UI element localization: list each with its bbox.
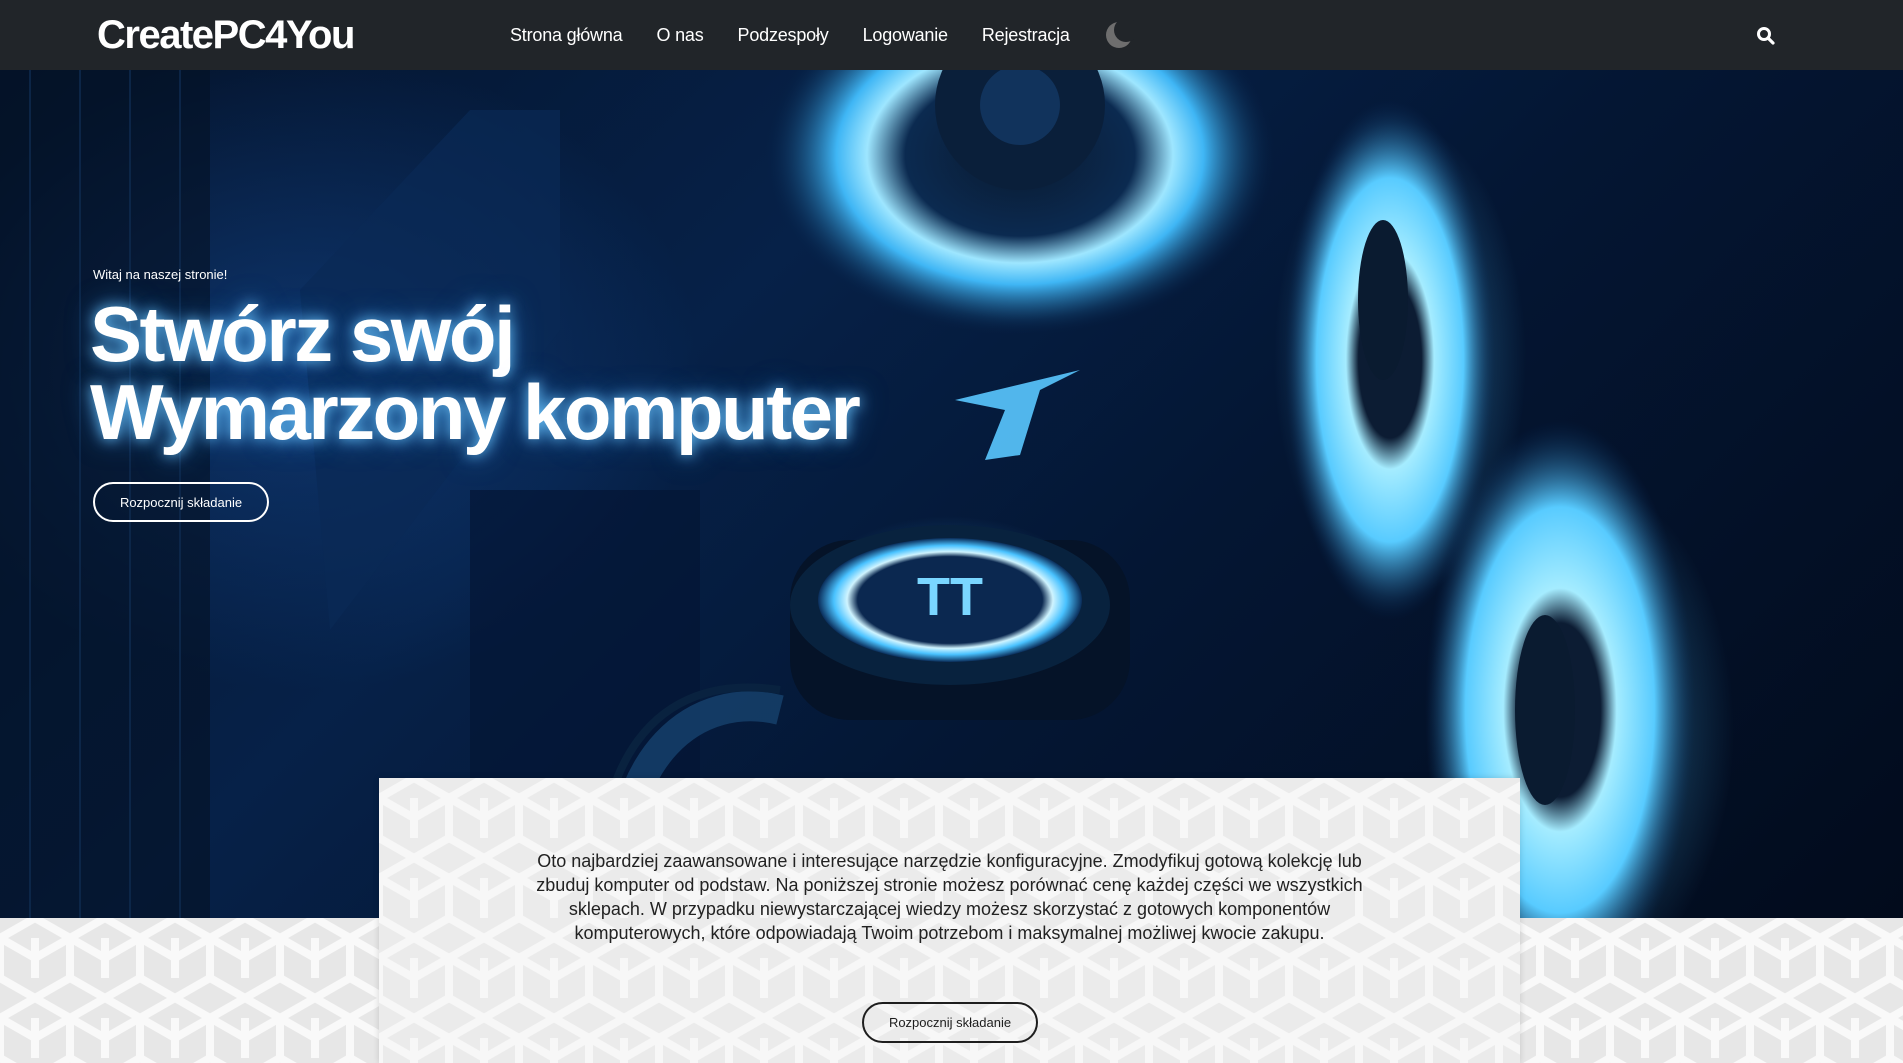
nav-link-login[interactable]: Logowanie [863, 25, 948, 46]
navbar: CreatePC4You Strona główna O nas Podzesp… [0, 0, 1903, 70]
hero-title-line2: Wymarzony komputer [90, 368, 861, 456]
nav-link-about[interactable]: O nas [656, 25, 703, 46]
hero-welcome-text: Witaj na naszej stronie! [93, 267, 228, 282]
hero-title-line1: Stwórz swój [90, 290, 516, 378]
hero-title: Stwórz swój Wymarzony komputer [90, 290, 861, 456]
search-icon[interactable] [1754, 24, 1778, 48]
nav-links: Strona główna O nas Podzespoły Logowanie… [510, 0, 1138, 70]
nav-link-register[interactable]: Rejestracja [982, 25, 1070, 46]
intro-card: Oto najbardziej zaawansowane i interesuj… [379, 778, 1520, 1063]
hero-start-build-button[interactable]: Rozpocznij składanie [93, 482, 269, 522]
nav-link-home[interactable]: Strona główna [510, 25, 623, 46]
card-start-build-button[interactable]: Rozpocznij składanie [862, 1002, 1038, 1043]
moon-icon[interactable] [1104, 18, 1138, 50]
nav-link-components[interactable]: Podzespoły [738, 25, 829, 46]
intro-description: Oto najbardziej zaawansowane i interesuj… [536, 851, 1363, 943]
svg-text:TT: TT [917, 567, 983, 627]
brand-logo[interactable]: CreatePC4You [97, 12, 355, 58]
